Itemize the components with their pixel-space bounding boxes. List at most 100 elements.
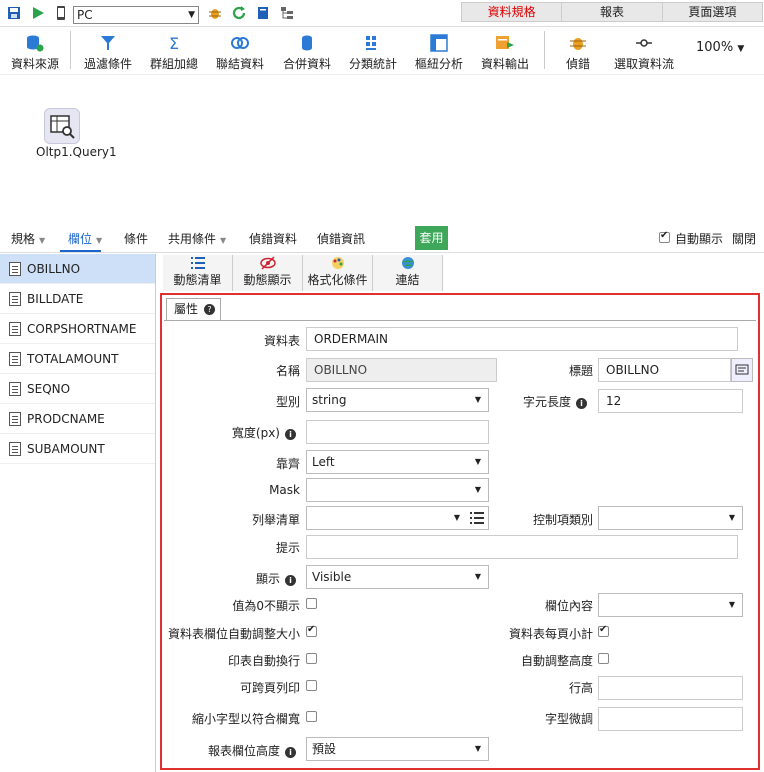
device-select[interactable]: PC ▼: [73, 6, 199, 24]
classify-stats-button[interactable]: 分類統計: [349, 33, 397, 72]
debug-bug-icon[interactable]: [208, 6, 222, 20]
subtotal-checkbox[interactable]: [598, 624, 609, 637]
debug-button[interactable]: 偵錯: [566, 33, 590, 72]
width-label: 寬度(px) i: [232, 424, 296, 441]
chevron-down-icon: ▼: [39, 236, 46, 245]
rowheight-label: 行高: [568, 681, 593, 695]
group-sum-button[interactable]: Σ 群組加總: [150, 33, 198, 72]
table-field[interactable]: ORDERMAIN: [306, 327, 738, 351]
field-item-prodcname[interactable]: PRODCNAME: [0, 404, 155, 434]
rowheight-field[interactable]: [598, 676, 743, 700]
chevron-down-icon: ▼: [474, 572, 481, 581]
auto-show-checkbox[interactable]: [659, 230, 670, 243]
group-sum-label: 群組加總: [150, 57, 199, 71]
pivot-table-icon: [430, 34, 448, 52]
tab-properties[interactable]: 屬性?: [166, 298, 221, 320]
tab-report[interactable]: 報表: [562, 3, 663, 21]
database-icon: [302, 35, 312, 51]
select-flow-label: 選取資料流: [614, 57, 675, 71]
display-select-value: Visible: [312, 570, 352, 584]
mobile-icon[interactable]: [54, 6, 68, 20]
dynamic-display-button[interactable]: 動態顯示: [233, 255, 303, 291]
menu-field[interactable]: 欄位 ▼: [68, 230, 102, 247]
type-select[interactable]: string ▼: [306, 388, 489, 412]
run-icon[interactable]: [31, 6, 45, 20]
device-select-value: PC: [77, 8, 93, 22]
refresh-icon[interactable]: [232, 6, 246, 20]
filter-button[interactable]: 過濾條件: [84, 33, 132, 72]
charlen-label: 字元長度 i: [523, 393, 587, 410]
align-select[interactable]: Left ▼: [306, 450, 489, 474]
display-select[interactable]: Visible ▼: [306, 565, 489, 589]
format-condition-button[interactable]: 格式化條件: [303, 255, 373, 291]
field-item-totalamount[interactable]: TOTALAMOUNT: [0, 344, 155, 374]
document-icon: [9, 382, 21, 396]
autoheight-label: 自動調整高度: [520, 654, 593, 668]
info-icon[interactable]: i: [285, 429, 296, 440]
hint-field[interactable]: [306, 535, 738, 559]
menu-debug-data[interactable]: 偵錯資料: [249, 230, 297, 247]
field-item-billdate[interactable]: BILLDATE: [0, 284, 155, 314]
autoheight-checkbox[interactable]: [598, 653, 609, 664]
zoom-select[interactable]: 100% ▼: [696, 40, 744, 55]
translate-icon[interactable]: [731, 358, 753, 382]
data-source-button[interactable]: 資料來源: [11, 33, 59, 72]
width-field[interactable]: [306, 420, 489, 444]
eye-slash-icon: [259, 256, 276, 270]
field-item-seqno[interactable]: SEQNO: [0, 374, 155, 404]
list-icon[interactable]: [470, 512, 484, 524]
link-button[interactable]: 連結: [373, 255, 443, 291]
ctrltype-select[interactable]: ▼: [598, 506, 743, 530]
tab-page-options[interactable]: 頁面選項: [662, 3, 762, 21]
enum-select[interactable]: ▼: [306, 506, 489, 530]
help-icon[interactable]: ?: [204, 304, 216, 315]
info-icon[interactable]: i: [285, 575, 296, 586]
autosize-checkbox[interactable]: [306, 624, 317, 637]
menu-condition[interactable]: 條件: [124, 230, 148, 247]
report-height-select[interactable]: 預設 ▼: [306, 737, 489, 761]
field-content-select[interactable]: ▼: [598, 593, 743, 617]
fontadj-field[interactable]: [598, 707, 743, 731]
query-node-label: Oltp1.Query1: [36, 145, 117, 159]
info-icon[interactable]: i: [285, 747, 296, 758]
dynamic-list-label: 動態清單: [173, 273, 222, 287]
wrap-checkbox[interactable]: [306, 653, 317, 664]
charlen-field[interactable]: 12: [598, 389, 743, 413]
menu-shared-condition[interactable]: 共用條件 ▼: [168, 230, 226, 247]
document-icon: [9, 442, 21, 456]
field-item-subamount[interactable]: SUBAMOUNT: [0, 434, 155, 464]
report-height-label-text: 報表欄位高度: [207, 744, 280, 758]
zero-hide-checkbox[interactable]: [306, 598, 317, 609]
type-label: 型別: [275, 395, 300, 409]
join-button[interactable]: 聯結資料: [216, 33, 264, 72]
field-item-obillno[interactable]: OBILLNO: [0, 254, 155, 284]
field-label: SUBAMOUNT: [27, 442, 105, 456]
field-item-corpshortname[interactable]: CORPSHORTNAME: [0, 314, 155, 344]
shrink-checkbox[interactable]: [306, 711, 317, 722]
database-add-icon: [27, 35, 44, 52]
crosspage-checkbox[interactable]: [306, 680, 317, 691]
book-icon[interactable]: [256, 6, 270, 20]
save-icon[interactable]: [7, 6, 21, 20]
tree-icon[interactable]: [280, 6, 294, 20]
select-flow-button[interactable]: 選取資料流: [614, 33, 674, 72]
menu-debug-info[interactable]: 偵錯資訊: [317, 230, 365, 247]
pivot-button[interactable]: 樞紐分析: [415, 33, 463, 72]
link-label: 連結: [395, 273, 420, 287]
chevron-down-icon: ▼: [737, 44, 745, 54]
apply-button[interactable]: 套用: [415, 226, 448, 250]
close-link[interactable]: 關閉: [732, 230, 756, 247]
query-node[interactable]: [44, 108, 80, 144]
mask-select[interactable]: ▼: [306, 478, 489, 502]
tab-data-spec[interactable]: 資料規格: [462, 3, 563, 21]
report-height-value: 預設: [312, 742, 337, 756]
menu-spec[interactable]: 規格 ▼: [11, 230, 45, 247]
info-icon[interactable]: i: [576, 398, 587, 409]
title-field[interactable]: OBILLNO: [598, 358, 731, 382]
chevron-down-icon: ▼: [220, 236, 227, 245]
spec-menubar: 規格▼ 欄位▼ 條件 共用條件▼ 偵錯資料 偵錯資訊 自動顯示 關閉: [0, 225, 764, 253]
data-output-button[interactable]: 資料輸出: [481, 33, 529, 72]
dynamic-list-button[interactable]: 動態清單: [163, 255, 233, 291]
merge-button[interactable]: 合併資料: [283, 33, 331, 72]
chevron-down-icon: ▼: [474, 744, 481, 753]
